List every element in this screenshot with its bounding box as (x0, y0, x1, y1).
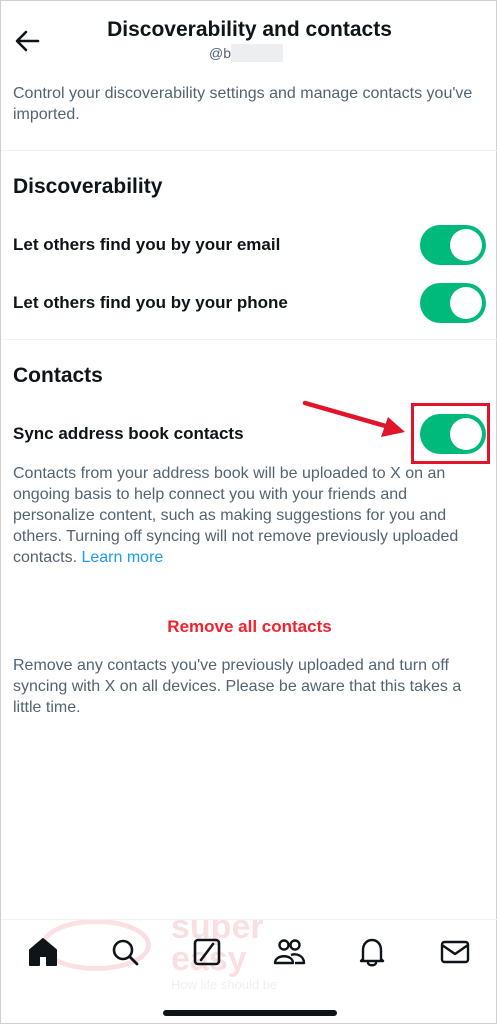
annotation-highlight-box (411, 403, 490, 464)
handle-redaction (231, 44, 283, 62)
phone-discoverability-toggle[interactable] (420, 283, 486, 323)
email-discoverability-toggle[interactable] (420, 225, 486, 265)
tab-messages[interactable] (437, 934, 473, 970)
bottom-tab-bar (1, 919, 497, 1024)
toggle-knob (450, 287, 482, 319)
home-icon (29, 938, 57, 966)
page-title: Discoverability and contacts (107, 18, 392, 41)
tab-notifications[interactable] (354, 934, 390, 970)
sync-contacts-description: Contacts from your address book will be … (13, 463, 488, 568)
learn-more-link[interactable]: Learn more (81, 549, 163, 566)
search-icon (112, 939, 139, 966)
tab-search[interactable] (107, 934, 143, 970)
divider (1, 150, 497, 151)
messages-icon (440, 940, 470, 964)
tab-grok[interactable] (189, 934, 225, 970)
intro-text: Control your discoverability settings an… (13, 85, 473, 123)
home-indicator[interactable] (163, 1010, 337, 1016)
sync-contacts-label: Sync address book contacts (13, 424, 244, 443)
toggle-knob (450, 229, 482, 261)
discoverability-heading: Discoverability (13, 175, 163, 198)
email-discoverability-label: Let others find you by your email (13, 235, 281, 254)
contacts-heading: Contacts (13, 364, 103, 387)
notifications-icon (359, 938, 385, 967)
communities-icon (273, 939, 306, 965)
top-header: Discoverability and contacts @b (1, 1, 497, 75)
divider (1, 339, 497, 340)
remove-contacts-description: Remove any contacts you've previously up… (13, 657, 462, 716)
tab-home[interactable] (25, 934, 61, 970)
tab-communities[interactable] (271, 934, 307, 970)
phone-discoverability-label: Let others find you by your phone (13, 293, 288, 312)
account-handle: @b (209, 45, 231, 61)
grok-icon (193, 938, 221, 966)
remove-all-contacts-button[interactable]: Remove all contacts (1, 617, 497, 637)
annotation-arrow-icon (302, 400, 405, 437)
sync-description-text: Contacts from your address book will be … (13, 465, 459, 566)
